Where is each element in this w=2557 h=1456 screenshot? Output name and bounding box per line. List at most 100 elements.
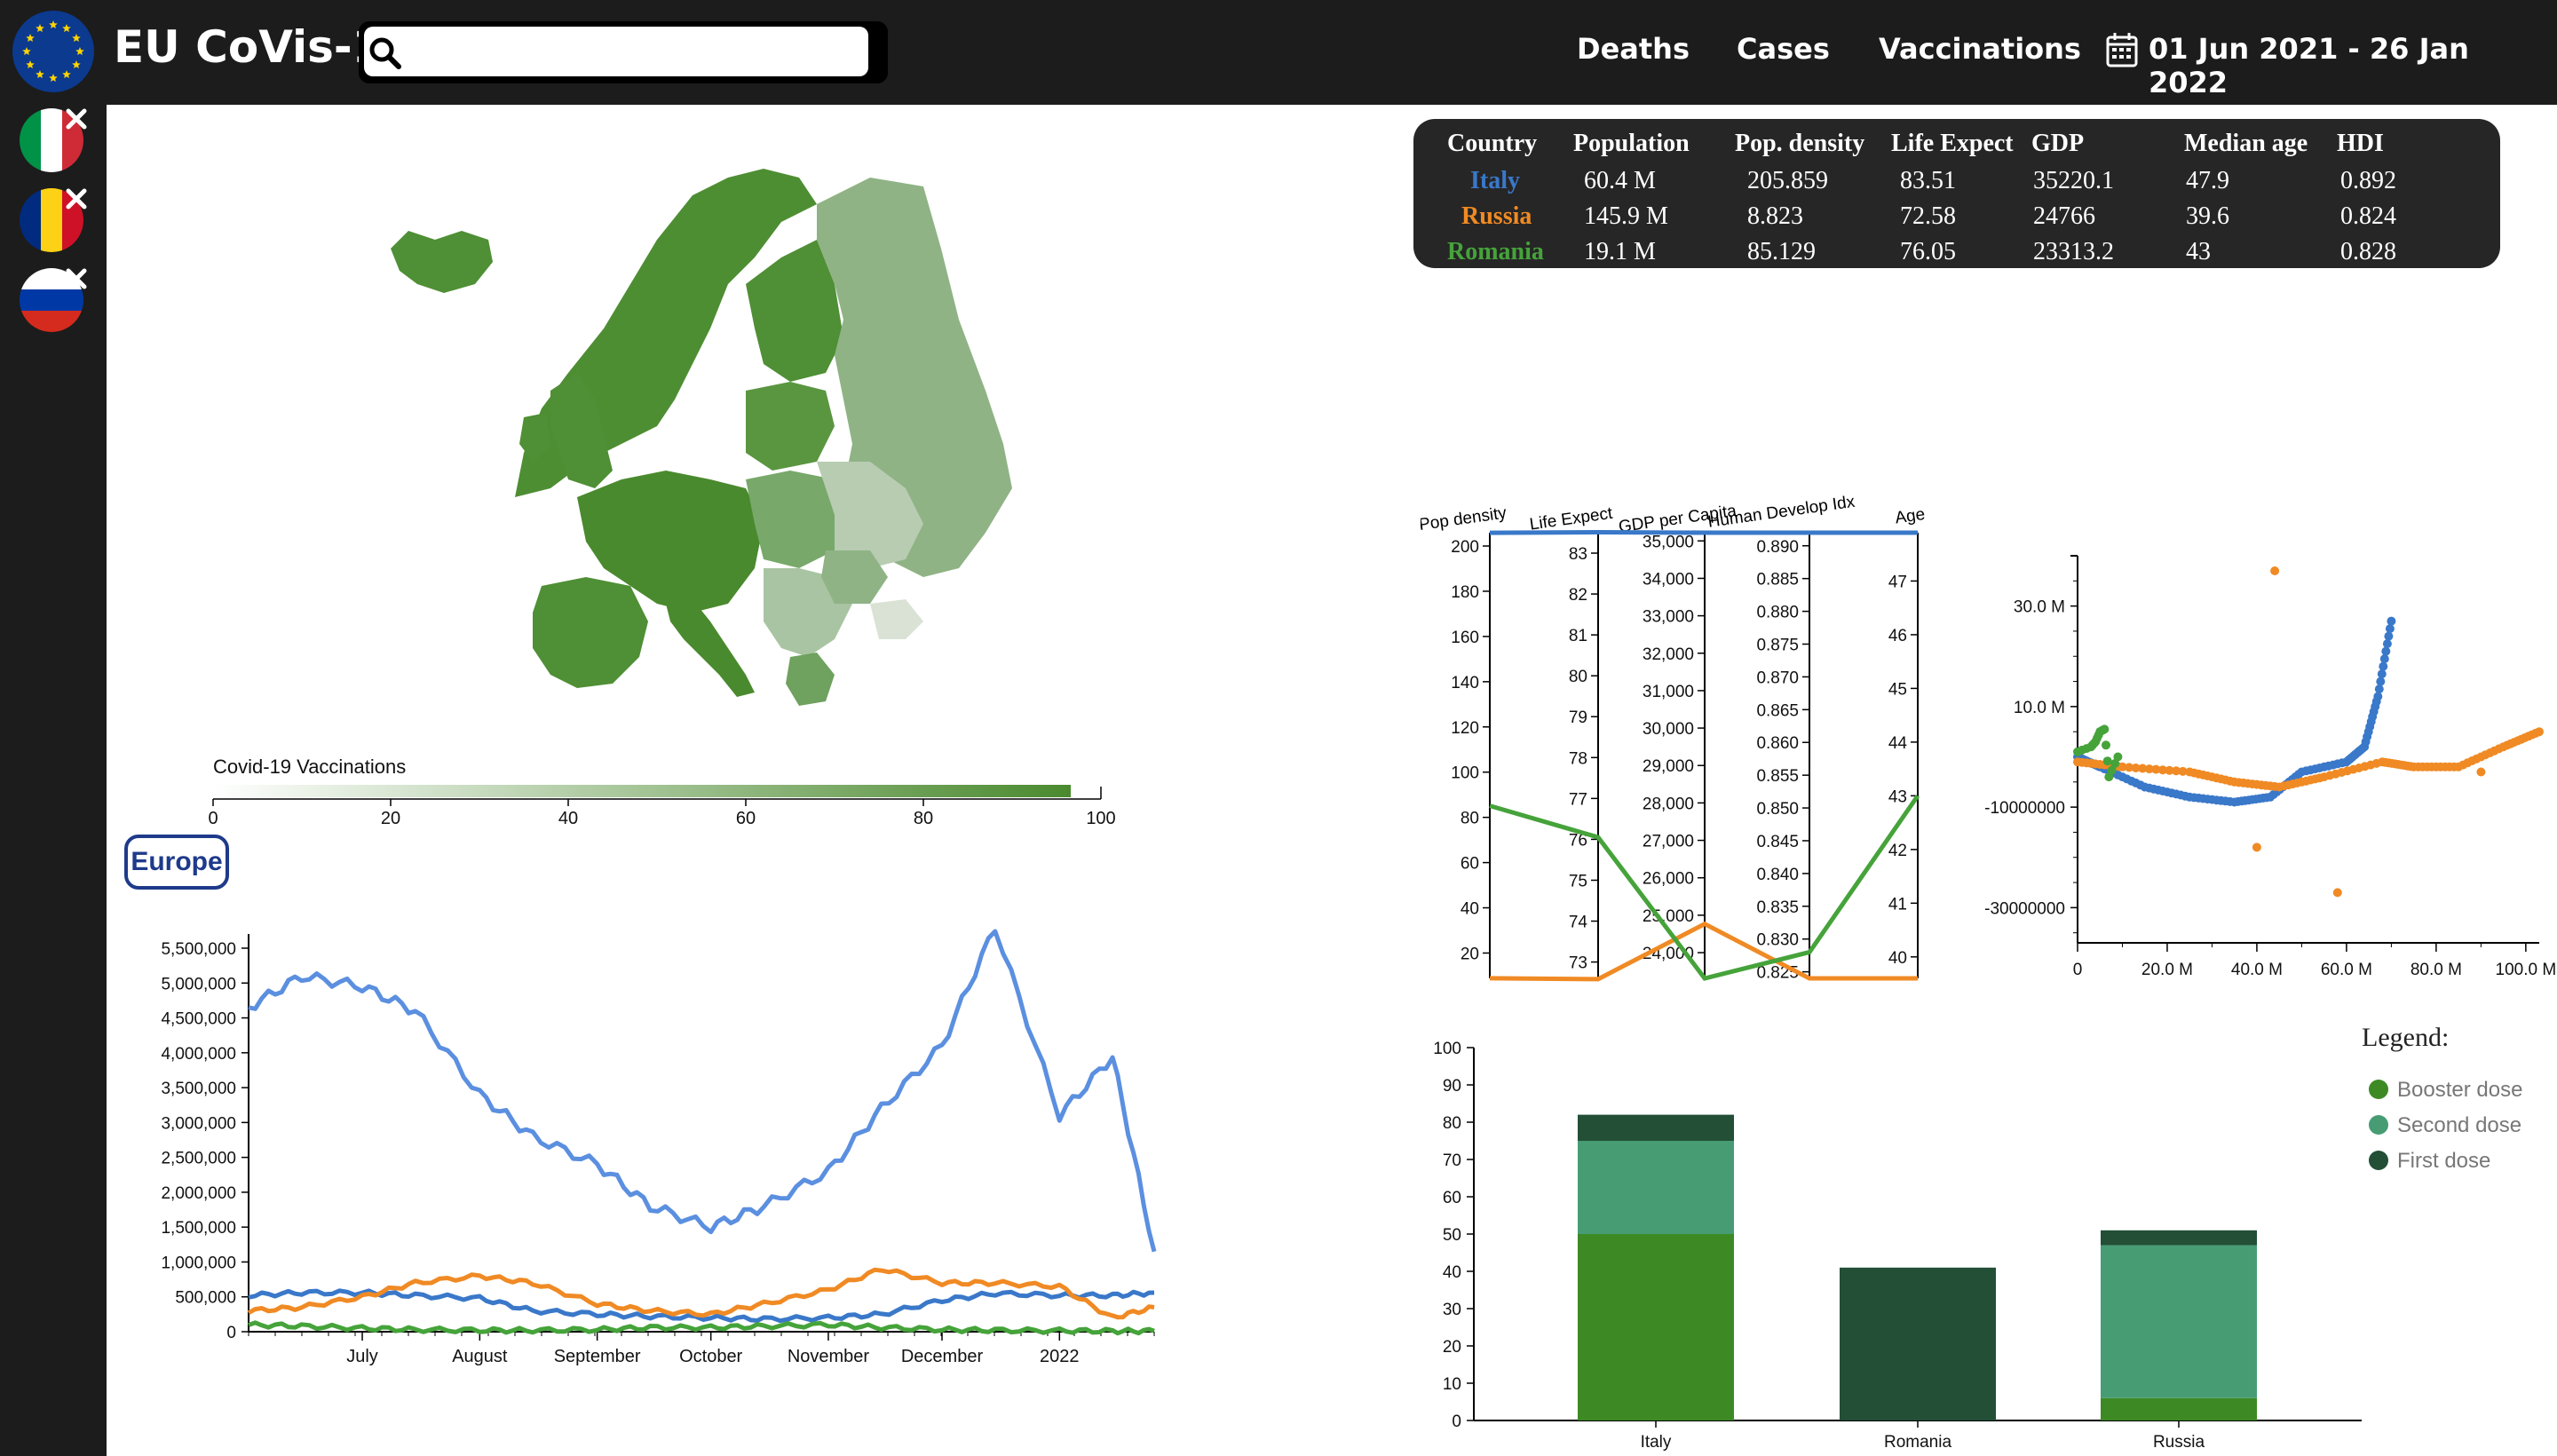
pc-tick-label: 29,000 <box>1643 757 1694 776</box>
pc-tick-label: 80 <box>1461 810 1479 828</box>
bar-segment-italy <box>1578 1141 1734 1234</box>
table-row: Italy 60.4 M 205.859 83.51 35220.1 47.9 … <box>1447 163 2434 199</box>
search-input[interactable] <box>364 27 868 76</box>
eu-star <box>49 20 58 28</box>
europe-choropleth-map[interactable] <box>373 107 1119 746</box>
pc-tick-label: 82 <box>1569 586 1587 605</box>
y-tick-label: 5,500,000 <box>161 940 236 959</box>
pc-tick-label: 0.845 <box>1756 833 1799 851</box>
pc-tick-label: 0.850 <box>1756 800 1799 819</box>
hdi-cell: 0.892 <box>2340 167 2396 194</box>
density-cell: 205.859 <box>1747 167 1828 194</box>
population-cell: 19.1 M <box>1584 238 1656 265</box>
legend-tick-label: 20 <box>381 809 400 826</box>
y-tick-label: 4,000,000 <box>161 1045 236 1064</box>
map-region-greece[interactable] <box>786 653 835 706</box>
y-tick-label: 1,500,000 <box>161 1219 236 1238</box>
table-header: Pop. density <box>1735 130 1865 157</box>
pc-tick-label: 43 <box>1888 787 1907 806</box>
bar-y-tick-label: 40 <box>1443 1263 1461 1282</box>
vaccination-doses-bar-chart[interactable]: 0 10 20 30 40 50 60 70 80 90 100 Italy Romania Russia <box>1403 1030 2397 1456</box>
legend-label: Booster dose <box>2397 1078 2523 1102</box>
close-icon[interactable] <box>64 186 89 211</box>
legend-dot <box>2369 1151 2388 1170</box>
pc-tick-label: 33,000 <box>1643 608 1694 627</box>
pc-tick-label: 30,000 <box>1643 720 1694 739</box>
date-range[interactable]: 01 Jun 2021 - 26 Jan 2022 <box>2149 32 2557 99</box>
x-tick-label: September <box>554 1347 641 1366</box>
scatter-point-italy <box>2384 631 2394 641</box>
life-expect-cell: 76.05 <box>1900 238 1956 265</box>
map-region-iceland[interactable] <box>391 231 493 293</box>
scatter-y-tick-label: 30.0 M <box>2014 598 2065 617</box>
pc-axis-label: Age <box>1894 505 1926 528</box>
pc-axis-label: Pop density <box>1421 503 1508 534</box>
scatter-point-outlier <box>2270 566 2280 575</box>
scatter-point-italy <box>2373 692 2383 701</box>
y-tick-label: 1,000,000 <box>161 1254 236 1272</box>
scatter-y-tick-label: 10.0 M <box>2014 699 2065 717</box>
nav-cases[interactable]: Cases <box>1737 32 1830 66</box>
median-age-cell: 43 <box>2186 238 2211 265</box>
legend-dot <box>2369 1080 2388 1099</box>
scatter-point-italy <box>2379 654 2389 664</box>
y-tick-label: 500,000 <box>175 1289 236 1308</box>
bar-segment-romania <box>1840 1267 1996 1420</box>
population-cell: 145.9 M <box>1584 202 1668 230</box>
pc-tick-label: 73 <box>1569 954 1587 973</box>
pc-tick-label: 27,000 <box>1643 833 1694 851</box>
pc-tick-label: 0.870 <box>1756 669 1799 687</box>
nav-deaths[interactable]: Deaths <box>1577 32 1690 66</box>
bar-segment-russia <box>2101 1397 2257 1420</box>
table-header: Life Expect <box>1891 130 2014 157</box>
legend-tick-label: 60 <box>736 809 756 826</box>
legend-tick-label: 40 <box>558 809 578 826</box>
median-age-cell: 39.6 <box>2186 202 2229 230</box>
parallel-coordinates-chart[interactable]: 20 40 60 80 100 120 140 160 180 200 Pop density 73 7… <box>1421 479 1971 994</box>
gdp-cell: 23313.2 <box>2033 238 2114 265</box>
scatter-point-romania <box>2100 724 2110 734</box>
map-region-iberia[interactable] <box>533 577 648 688</box>
scatter-x-tick-label: 60.0 M <box>2321 961 2372 979</box>
scatter-x-tick-label: 100.0 M <box>2496 961 2557 979</box>
pc-tick-label: 0.885 <box>1756 571 1799 590</box>
pc-tick-label: 0.860 <box>1756 734 1799 753</box>
pc-tick-label: 40 <box>1888 949 1907 968</box>
gdp-cell: 35220.1 <box>2033 167 2114 194</box>
bar-y-tick-label: 100 <box>1433 1040 1461 1058</box>
table-row: Russia 145.9 M 8.823 72.58 24766 39.6 0.… <box>1447 199 2434 234</box>
region-button-europe[interactable]: Europe <box>124 835 229 890</box>
hdi-cell: 0.824 <box>2340 202 2396 230</box>
pc-tick-label: 74 <box>1569 914 1588 932</box>
legend-gradient-bar <box>213 785 1071 797</box>
x-tick-label: October <box>679 1347 742 1366</box>
pc-tick-label: 75 <box>1569 872 1587 890</box>
search-box <box>359 21 888 83</box>
pc-tick-label: 31,000 <box>1643 683 1694 701</box>
pc-tick-label: 83 <box>1569 545 1587 564</box>
pc-tick-label: 60 <box>1461 855 1479 874</box>
scatter-point-italy <box>2374 684 2384 694</box>
pc-tick-label: 0.830 <box>1756 931 1799 950</box>
map-region-baltics[interactable] <box>746 382 835 471</box>
bar-x-tick-label: Romania <box>1884 1433 1951 1452</box>
pc-tick-label: 32,000 <box>1643 645 1694 664</box>
pc-tick-label: 46 <box>1888 627 1907 645</box>
legend-label: Second dose <box>2397 1113 2522 1137</box>
legend-item-booster: Booster dose <box>2369 1078 2522 1103</box>
y-tick-label: 5,000,000 <box>161 975 236 993</box>
map-region-turkey[interactable] <box>870 599 923 639</box>
table-header: Country <box>1447 130 1538 157</box>
vaccinations-line-chart[interactable]: 0 500,000 1,000,000 1,500,000 2,000,000 2,500… <box>124 923 1172 1438</box>
pc-tick-label: 41 <box>1888 895 1907 914</box>
pc-tick-label: 120 <box>1451 719 1479 738</box>
x-tick-label: December <box>901 1347 984 1366</box>
close-icon[interactable] <box>64 107 89 131</box>
map-region-italy[interactable] <box>666 599 755 697</box>
nav-vaccinations[interactable]: Vaccinations <box>1879 32 2081 66</box>
close-icon[interactable] <box>64 266 89 291</box>
scatter-chart[interactable]: -30000000 -10000000 10.0 M 30.0 M 0 20.0 M 40.… <box>1953 533 2557 994</box>
calendar-icon[interactable] <box>2106 32 2138 67</box>
legend-item-second: Second dose <box>2369 1113 2521 1138</box>
search-icon[interactable] <box>368 36 403 71</box>
